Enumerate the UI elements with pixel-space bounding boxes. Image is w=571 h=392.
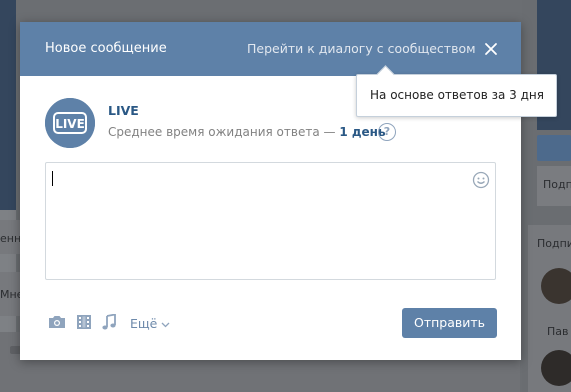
response-time-label: Среднее время ожидания ответа — xyxy=(108,125,336,139)
response-time-tooltip: На основе ответов за 3 дня xyxy=(356,65,557,117)
left-cover-image xyxy=(0,0,16,210)
bg-text-fragment: Пав xyxy=(547,325,569,338)
bg-text-fragment: Подп xyxy=(543,178,571,191)
response-time-text: Среднее время ожидания ответа — 1 день xyxy=(108,125,386,139)
modal-title: Новое сообщение xyxy=(45,41,167,56)
music-icon[interactable] xyxy=(102,313,116,330)
modal-header: Новое сообщение Перейти к диалогу с сооб… xyxy=(20,22,521,76)
emoji-icon[interactable] xyxy=(472,171,490,189)
community-logo[interactable]: LIVE xyxy=(45,98,95,148)
community-name[interactable]: LIVE xyxy=(108,103,139,118)
right-button xyxy=(537,135,571,161)
avatar xyxy=(541,268,571,304)
bg-text-fragment: енн xyxy=(0,232,22,245)
avatar xyxy=(541,350,571,386)
video-icon[interactable] xyxy=(76,314,92,330)
bg-text-fragment: Подпи xyxy=(537,237,571,250)
go-to-dialog-link[interactable]: Перейти к диалогу с сообществом xyxy=(247,41,476,56)
camera-icon[interactable] xyxy=(48,314,66,330)
more-attachments-dropdown[interactable]: Ещё xyxy=(130,316,170,331)
close-icon[interactable] xyxy=(480,38,502,60)
new-message-modal: Новое сообщение Перейти к диалогу с сооб… xyxy=(20,22,521,360)
chevron-down-icon xyxy=(161,316,170,331)
tooltip-text: На основе ответов за 3 дня xyxy=(370,88,544,102)
more-label: Ещё xyxy=(130,316,158,331)
message-input[interactable] xyxy=(45,162,496,280)
svg-text:LIVE: LIVE xyxy=(55,117,85,131)
help-icon[interactable]: ? xyxy=(378,123,396,141)
text-caret xyxy=(52,171,53,186)
send-button[interactable]: Отправить xyxy=(402,308,497,338)
